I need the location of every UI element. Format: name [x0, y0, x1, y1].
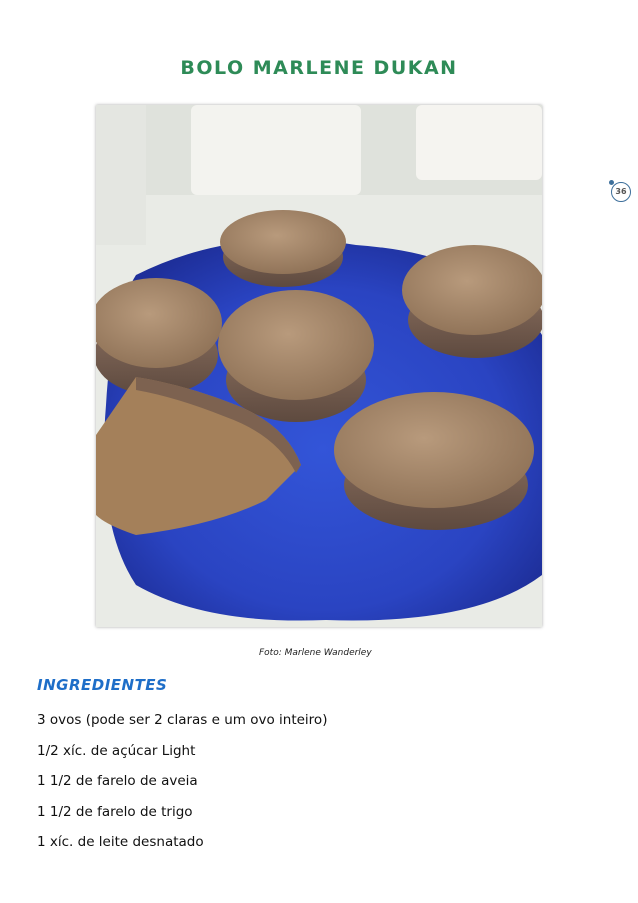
muffin-center	[218, 290, 374, 400]
ingredients-heading: INGREDIENTES	[37, 676, 168, 694]
ingredient-item: 1 1/2 de farelo de trigo	[37, 803, 193, 820]
muffin-top-center	[220, 210, 346, 274]
ingredients-list: 3 ovos (pode ser 2 claras e um ovo intei…	[37, 710, 327, 863]
ingredient-item: 1 xíc. de leite desnatado	[37, 834, 204, 850]
recipe-photo	[96, 105, 542, 627]
muffin-front-right	[334, 392, 534, 508]
ingredient-item: 1 1/2 de farelo de aveia	[37, 773, 198, 789]
muffin-right	[402, 245, 542, 335]
background-container-right	[416, 105, 542, 180]
muffin-left	[96, 278, 222, 368]
recipe-title: BOLO MARLENE DUKAN	[180, 57, 458, 79]
photo-caption: Foto: Marlene Wanderley	[259, 648, 372, 658]
ingredient-item: 1/2 xíc. de açúcar Light	[37, 742, 196, 759]
ingredient-item: 3 ovos (pode ser 2 claras e um ovo intei…	[37, 712, 328, 728]
background-container-left	[191, 105, 361, 195]
page-number: 36	[611, 182, 631, 202]
